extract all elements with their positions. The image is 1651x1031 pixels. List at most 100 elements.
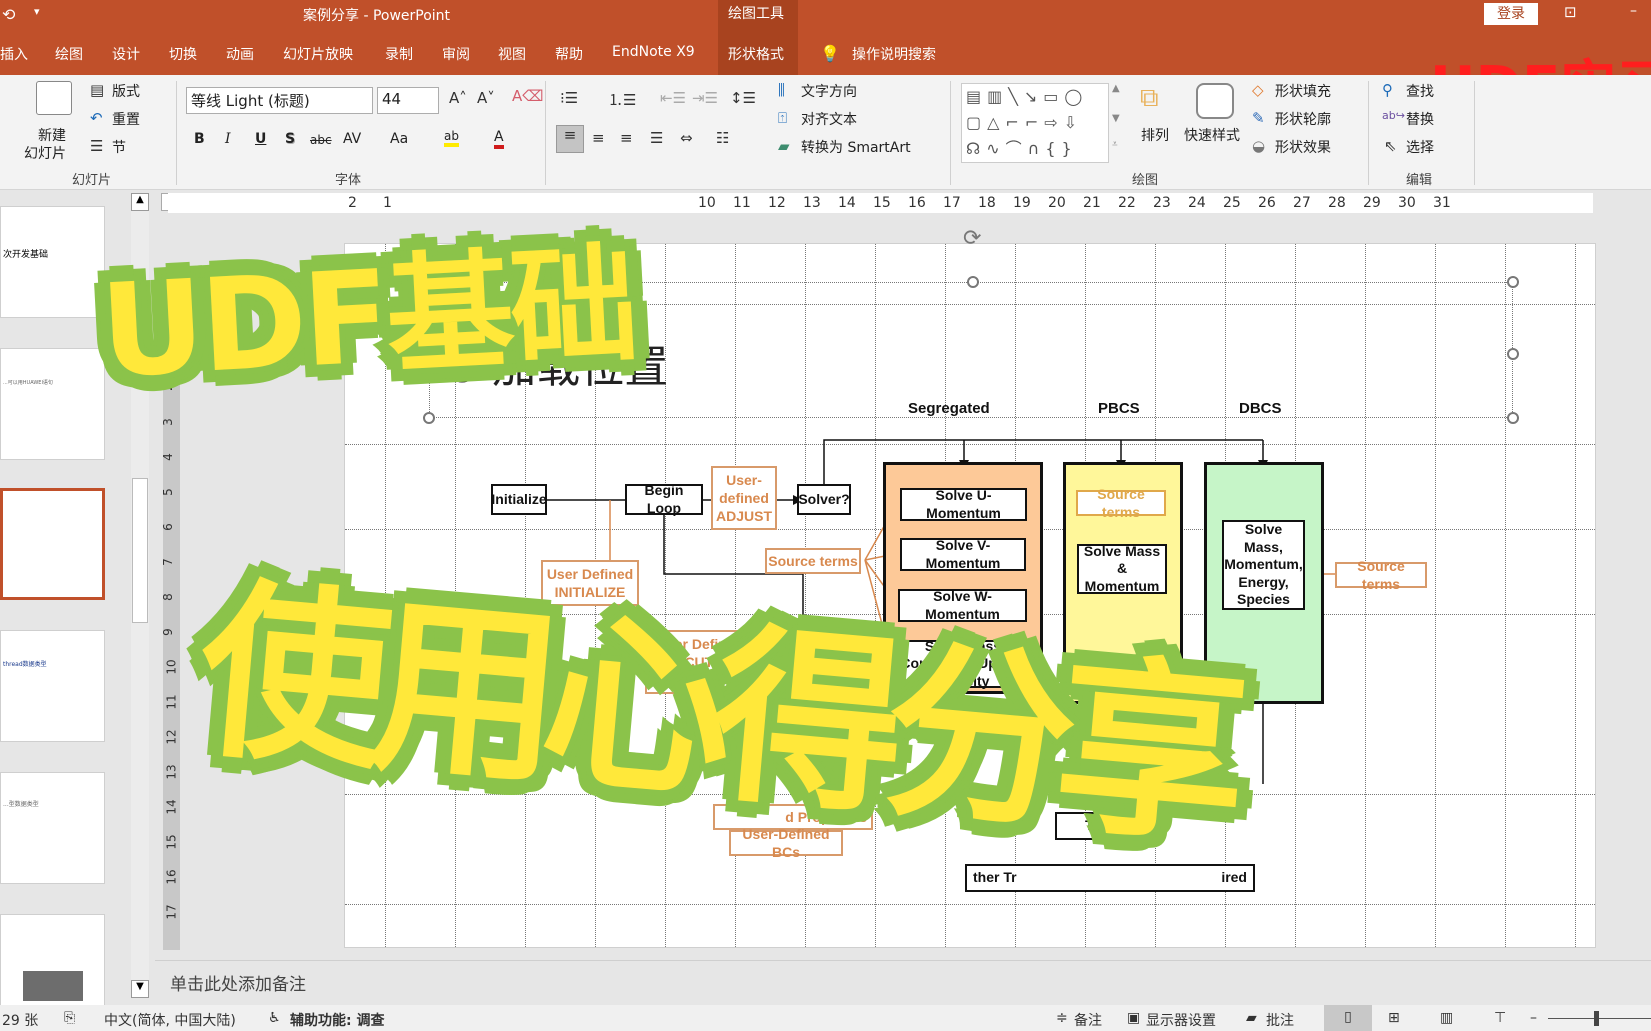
scroll-down-button[interactable]: ▼ xyxy=(131,980,149,998)
align-text-button[interactable]: 对齐文本 xyxy=(801,109,857,129)
arrange-button[interactable]: 排列 xyxy=(1141,125,1169,145)
quick-styles-button[interactable]: 快速样式 xyxy=(1184,125,1240,145)
new-slide-button[interactable]: 新建 xyxy=(38,125,66,145)
source-terms-pbcs-box[interactable]: Source terms xyxy=(1076,486,1166,520)
distributed-button[interactable]: ⇔ xyxy=(680,129,693,147)
notes-placeholder[interactable]: 单击此处添加备注 xyxy=(170,970,306,995)
accessibility-status[interactable]: 辅助功能: 调查 xyxy=(290,1010,384,1030)
shadow-button[interactable]: S xyxy=(285,131,295,147)
underline-button[interactable]: U xyxy=(255,131,266,147)
font-color-button[interactable]: A xyxy=(494,129,504,149)
align-center-button[interactable]: ≡ xyxy=(592,129,605,147)
tell-me-search[interactable]: 操作说明搜索 xyxy=(852,44,936,64)
slide-thumbnail[interactable]: thread数据类型 xyxy=(0,630,105,742)
clear-format-icon[interactable]: A⌫ xyxy=(512,87,543,105)
zoom-out-button[interactable]: – xyxy=(1530,1010,1537,1026)
font-name-field[interactable]: 等线 Light (标题) xyxy=(186,87,373,114)
minimize-button[interactable]: – xyxy=(1630,3,1637,19)
font-size-field[interactable]: 44 xyxy=(377,87,439,114)
solve-u-momentum-box[interactable]: Solve U-Momentum xyxy=(900,487,1027,521)
vertical-ruler[interactable]: 2 3 4 5 6 7 8 9 10 11 12 13 14 15 16 17 xyxy=(161,380,180,950)
align-left-button[interactable]: ≡ xyxy=(556,125,584,153)
tab-record[interactable]: 录制 xyxy=(385,44,413,64)
begin-loop-box[interactable]: Begin Loop xyxy=(625,482,703,516)
quick-access-dropdown[interactable]: ▾ xyxy=(34,5,40,18)
shape-outline-button[interactable]: 形状轮廓 xyxy=(1275,109,1331,129)
layout-button[interactable]: 版式 xyxy=(112,81,140,101)
solve-mass-momentum-energy-species-box[interactable]: Solve Mass, Momentum, Energy, Species xyxy=(1222,520,1305,610)
justify-button[interactable]: ☰ xyxy=(650,129,663,147)
tab-shape-format[interactable]: 形状格式 xyxy=(728,44,784,64)
user-defined-adjust-box[interactable]: User-defined ADJUST xyxy=(711,466,777,530)
slide-sorter-button[interactable]: ⊞ xyxy=(1388,1010,1400,1026)
tab-review[interactable]: 审阅 xyxy=(442,44,470,64)
notes-toggle[interactable]: 备注 xyxy=(1074,1010,1102,1030)
text-direction-button[interactable]: 文字方向 xyxy=(801,81,857,101)
title-bar: ⟲ ▾ 案例分享 - PowerPoint 绘图工具 登录 ⊡ – 插入 绘图 … xyxy=(0,0,1651,75)
replace-button[interactable]: 替换 xyxy=(1406,109,1434,129)
normal-view-button[interactable]: ▯ xyxy=(1324,1005,1372,1031)
language-indicator[interactable]: 中文(简体, 中国大陆) xyxy=(104,1010,236,1030)
ruler-tick-label: 24 xyxy=(1188,195,1206,211)
find-button[interactable]: 查找 xyxy=(1406,81,1434,101)
tab-animations[interactable]: 动画 xyxy=(226,44,254,64)
source-terms-dbcs-box[interactable]: Source terms xyxy=(1335,558,1427,592)
tab-draw[interactable]: 绘图 xyxy=(55,44,83,64)
solve-mass-momentum-box[interactable]: Solve Mass & Momentum xyxy=(1077,543,1167,594)
slide-thumbnail[interactable]: ...可以用HUAWEI语句 xyxy=(0,348,105,460)
comments-button[interactable]: 批注 xyxy=(1266,1010,1294,1030)
zoom-slider-thumb[interactable] xyxy=(1594,1011,1599,1026)
align-right-button[interactable]: ≡ xyxy=(620,129,633,147)
slideshow-button[interactable]: ⊤ xyxy=(1494,1010,1506,1026)
new-slide-dropdown[interactable]: 幻灯片 xyxy=(24,143,66,163)
tab-view[interactable]: 视图 xyxy=(498,44,526,64)
gallery-scroll-up[interactable]: ▲ xyxy=(1112,83,1120,94)
tab-transitions[interactable]: 切换 xyxy=(169,44,197,64)
columns-button[interactable]: ☷ xyxy=(716,129,729,147)
display-settings-button[interactable]: 显示器设置 xyxy=(1146,1010,1216,1030)
slide-thumbnail-selected[interactable] xyxy=(0,488,105,600)
zoom-slider[interactable] xyxy=(1548,1018,1651,1019)
gallery-scroll-down[interactable]: ▼ xyxy=(1112,113,1120,124)
increase-font-icon[interactable]: A˄ xyxy=(449,89,467,107)
spell-check-icon[interactable]: ⎘ xyxy=(64,1010,75,1026)
strikethrough-button[interactable]: abc xyxy=(310,133,332,147)
solver-box[interactable]: Solver? xyxy=(797,484,851,515)
shape-effects-button[interactable]: 形状效果 xyxy=(1275,137,1331,157)
tab-endnote[interactable]: EndNote X9 xyxy=(612,44,695,60)
shape-fill-button[interactable]: 形状填充 xyxy=(1275,81,1331,101)
convert-smartart-button[interactable]: 转换为 SmartArt xyxy=(801,137,911,157)
change-case-button[interactable]: Aa xyxy=(390,131,408,147)
tab-slideshow[interactable]: 幻灯片放映 xyxy=(283,44,353,64)
gallery-more[interactable]: ⩡ xyxy=(1112,139,1118,150)
slide-thumbnail[interactable]: ...型数据类型 xyxy=(0,772,105,884)
line-spacing-icon[interactable]: ↕☰ xyxy=(730,89,756,107)
bullets-icon[interactable]: ⁝☰ xyxy=(560,89,578,107)
ribbon-display-options-icon[interactable]: ⊡ xyxy=(1564,3,1577,21)
numbering-icon[interactable]: ⒈☰ xyxy=(608,89,636,110)
tab-help[interactable]: 帮助 xyxy=(555,44,583,64)
bold-button[interactable]: B xyxy=(194,131,205,147)
shapes-gallery[interactable]: ▤▥╲↘▭◯ ▢△⌐⌐⇨⇩ ☊∿⌒∩{} xyxy=(961,83,1109,163)
reading-view-button[interactable]: ▥ xyxy=(1440,1010,1453,1026)
login-button[interactable]: 登录 xyxy=(1484,3,1538,25)
select-button[interactable]: 选择 xyxy=(1406,137,1434,157)
increase-indent-icon[interactable]: ⇥☰ xyxy=(692,89,718,107)
scroll-up-button[interactable]: ▲ xyxy=(131,193,149,211)
decrease-indent-icon[interactable]: ⇤☰ xyxy=(660,89,686,107)
autosave-icon[interactable]: ⟲ xyxy=(2,5,15,24)
italic-button[interactable]: I xyxy=(225,131,231,147)
char-spacing-button[interactable]: AV xyxy=(343,131,361,147)
tab-design[interactable]: 设计 xyxy=(112,44,140,64)
slide-thumbnail[interactable]: 次开发基础 xyxy=(0,206,105,318)
highlight-button[interactable]: ab xyxy=(444,129,459,147)
notes-pane[interactable]: 单击此处添加备注 xyxy=(155,960,1651,1005)
horizontal-ruler[interactable]: 2 1 10 11 12 13 14 15 16 17 18 19 20 21 22 23 24 25 26 27 28… xyxy=(168,193,1593,213)
tab-insert[interactable]: 插入 xyxy=(0,44,28,64)
decrease-font-icon[interactable]: A˅ xyxy=(477,89,495,107)
solve-v-momentum-box[interactable]: Solve V-Momentum xyxy=(900,537,1026,571)
scrollbar-thumb[interactable] xyxy=(132,478,148,623)
reset-button[interactable]: 重置 xyxy=(112,109,140,129)
initialize-box[interactable]: Initialize xyxy=(491,484,547,515)
section-button[interactable]: 节 xyxy=(112,137,126,157)
